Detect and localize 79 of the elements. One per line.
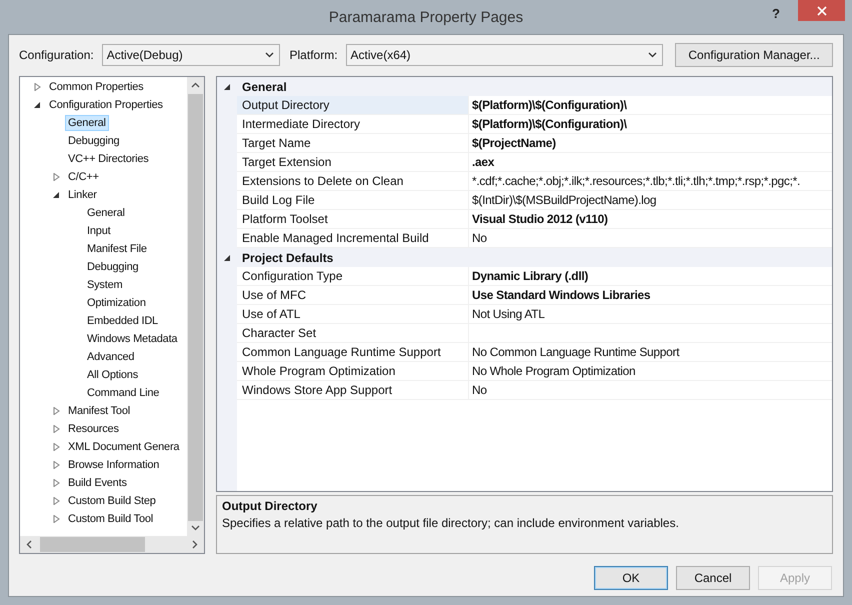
property-value[interactable]: Use Standard Windows Libraries <box>469 286 832 305</box>
property-value[interactable]: No <box>469 381 832 400</box>
tree-item[interactable]: Common Properties <box>46 79 146 95</box>
tree-item[interactable]: All Options <box>84 367 141 383</box>
tree-item[interactable]: Manifest File <box>84 241 150 257</box>
platform-dropdown[interactable]: Active(x64) <box>346 44 664 66</box>
property-name[interactable]: Intermediate Directory <box>237 115 469 134</box>
vertical-scrollbar[interactable] <box>187 77 204 536</box>
tree-item[interactable]: XML Document Genera <box>65 439 182 455</box>
property-value[interactable]: No Whole Program Optimization <box>469 362 832 381</box>
configuration-manager-button[interactable]: Configuration Manager... <box>675 43 833 67</box>
scroll-down-icon[interactable] <box>191 525 200 531</box>
property-name[interactable]: Windows Store App Support <box>237 381 469 400</box>
property-name[interactable]: Target Name <box>237 134 469 153</box>
property-value[interactable]: $(Platform)\$(Configuration)\ <box>469 96 832 115</box>
tree-item[interactable]: Custom Build Tool <box>65 511 156 527</box>
property-name[interactable]: Platform Toolset <box>237 210 469 229</box>
tree-item[interactable]: General <box>84 205 128 221</box>
tree-item[interactable]: Resources <box>65 421 122 437</box>
property-value[interactable]: $(ProjectName) <box>469 134 832 153</box>
category-header[interactable]: General <box>237 77 287 96</box>
expander-icon[interactable] <box>224 254 230 262</box>
close-icon <box>816 6 826 16</box>
tree-item[interactable]: Browse Information <box>65 457 162 473</box>
close-button[interactable] <box>798 0 845 21</box>
tree-item[interactable]: Windows Metadata <box>84 331 180 347</box>
tree-item[interactable]: Build Events <box>65 475 130 491</box>
scroll-left-icon[interactable] <box>26 540 32 549</box>
property-name[interactable]: Character Set <box>237 324 469 343</box>
tree-item[interactable]: Embedded IDL <box>84 313 161 329</box>
description-title: Output Directory <box>222 499 318 513</box>
property-value[interactable]: $(Platform)\$(Configuration)\ <box>469 115 832 134</box>
configuration-label: Configuration: <box>19 48 94 62</box>
scroll-right-icon[interactable] <box>192 540 198 549</box>
property-value[interactable]: Dynamic Library (.dll) <box>469 267 832 286</box>
tree-item[interactable]: VC++ Directories <box>65 151 152 167</box>
configuration-dropdown[interactable]: Active(Debug) <box>102 44 280 66</box>
property-value[interactable]: *.cdf;*.cache;*.obj;*.ilk;*.resources;*.tlb;*.tli;*.tlh;*.tmp;*.rsp;*.pgc;*. <box>469 172 832 191</box>
property-name[interactable]: Use of MFC <box>237 286 469 305</box>
tree-item[interactable]: Custom Build Step <box>65 493 159 509</box>
ok-button[interactable]: OK <box>594 566 668 590</box>
property-value[interactable]: $(IntDir)\$(MSBuildProjectName).log <box>469 191 832 210</box>
property-name[interactable]: Output Directory <box>237 96 469 115</box>
tree-item[interactable]: Command Line <box>84 385 162 401</box>
tree-item[interactable]: Configuration Properties <box>46 97 166 113</box>
tree-item[interactable]: System <box>84 277 126 293</box>
property-value[interactable]: .aex <box>469 153 832 172</box>
property-value[interactable]: No Common Language Runtime Support <box>469 343 832 362</box>
property-name[interactable]: Target Extension <box>237 153 469 172</box>
property-name[interactable]: Use of ATL <box>237 305 469 324</box>
property-name[interactable]: Common Language Runtime Support <box>237 343 469 362</box>
tree-item[interactable]: C/C++ <box>65 169 102 185</box>
dialog-button[interactable]: Cancel <box>676 566 750 590</box>
property-value[interactable]: Not Using ATL <box>469 305 832 324</box>
property-value[interactable]: Visual Studio 2012 (v110) <box>469 210 832 229</box>
expander-icon[interactable] <box>53 191 60 199</box>
help-button[interactable]: ? <box>770 6 782 21</box>
expander-icon[interactable] <box>224 82 230 90</box>
category-header[interactable]: Project Defaults <box>237 248 334 267</box>
tree-item[interactable]: Manifest Tool <box>65 403 134 419</box>
tree-item[interactable]: Debugging <box>65 133 122 149</box>
scroll-up-icon[interactable] <box>191 82 200 88</box>
chevron-down-icon <box>264 52 274 58</box>
property-name[interactable]: Whole Program Optimization <box>237 362 469 381</box>
tree-item[interactable]: Linker <box>65 187 100 203</box>
tree-item[interactable]: Debugging <box>84 259 142 275</box>
chevron-down-icon <box>648 52 658 58</box>
platform-label: Platform: <box>290 48 338 62</box>
expander-icon[interactable] <box>34 101 41 109</box>
tree-item[interactable]: Input <box>84 223 114 239</box>
window-title: Paramarama Property Pages <box>328 8 524 26</box>
horizontal-scrollbar[interactable] <box>20 536 204 553</box>
property-name[interactable]: Build Log File <box>237 191 469 210</box>
tree-item[interactable]: Advanced <box>84 349 138 365</box>
property-name[interactable]: Extensions to Delete on Clean <box>237 172 469 191</box>
property-name[interactable]: Configuration Type <box>237 267 469 286</box>
tree-item[interactable]: General <box>65 115 109 131</box>
description-text: Specifies a relative path to the output file directory; can include environment variables. <box>222 516 679 530</box>
tree-item[interactable]: Optimization <box>84 295 149 311</box>
